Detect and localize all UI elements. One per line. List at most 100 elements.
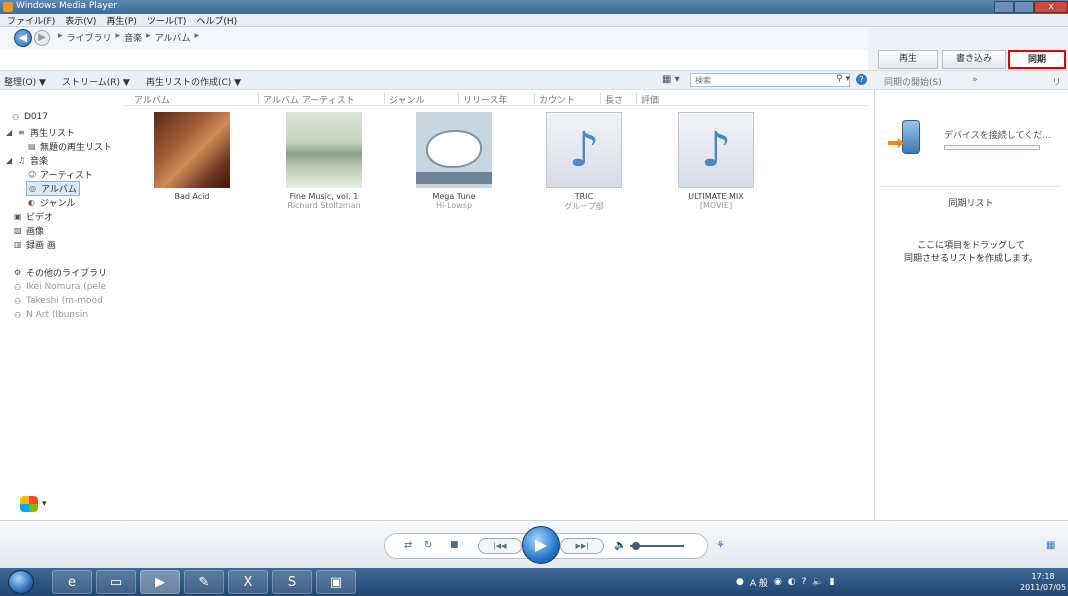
column-album[interactable]: アルバム bbox=[130, 93, 170, 106]
close-button[interactable]: x bbox=[1034, 1, 1068, 13]
help-icon[interactable]: ? bbox=[802, 577, 807, 587]
user-icon: ⚇ bbox=[14, 310, 22, 320]
device-status-text: デバイスを接続してくだ... bbox=[944, 131, 1051, 141]
shuffle-button[interactable]: ⇄ bbox=[404, 540, 412, 551]
paint-taskbar-icon[interactable]: ✎ bbox=[184, 570, 224, 594]
nav-album[interactable]: ◎ アルバム bbox=[26, 181, 80, 196]
ime-indicator[interactable]: A 般 bbox=[750, 576, 768, 589]
start-sync-button[interactable]: 同期の開始(S) bbox=[884, 75, 942, 88]
album-tile[interactable]: ♪ ULTIMATE MIX [MOVIE] bbox=[670, 112, 762, 210]
breadcrumb-separator: ▸ bbox=[146, 31, 151, 41]
column-length[interactable]: 長さ bbox=[600, 93, 623, 106]
nav-other-libraries[interactable]: ⚙ その他のライブラリ bbox=[14, 266, 107, 279]
clock[interactable]: 17:18 2011/07/05 bbox=[1020, 571, 1066, 593]
ie-taskbar-icon[interactable]: e bbox=[52, 570, 92, 594]
breadcrumb-music[interactable]: 音楽 bbox=[124, 31, 142, 44]
media-player-taskbar-icon[interactable]: ▶ bbox=[140, 570, 180, 594]
maximize-button[interactable] bbox=[1014, 1, 1034, 13]
menu-play[interactable]: 再生(P) bbox=[103, 14, 139, 27]
skype-taskbar-icon[interactable]: S bbox=[272, 570, 312, 594]
mute-button[interactable]: 🔈 bbox=[614, 540, 626, 551]
nav-pictures[interactable]: ▨ 画像 bbox=[14, 224, 44, 237]
album-cover[interactable] bbox=[286, 112, 362, 188]
system-tray: ● A 般 ◉ ◐ ? 🔈 ▮ bbox=[736, 570, 835, 594]
view-options-icon[interactable]: ▦ ▾ bbox=[662, 74, 680, 85]
nav-other-library-1[interactable]: ⚇ Ikei Nomura (pele bbox=[14, 282, 106, 292]
album-tile[interactable]: Fine Music, vol. 1 Richard Stoltzman bbox=[278, 112, 370, 210]
album-tile[interactable]: Bad Acid bbox=[146, 112, 238, 201]
next-button[interactable]: ▶▶| bbox=[560, 538, 604, 554]
nav-recorded-tv[interactable]: ▥ 録画 画 bbox=[14, 238, 56, 251]
expand-icon: ◢ bbox=[6, 128, 13, 137]
breadcrumb-album[interactable]: アルバム bbox=[155, 31, 191, 44]
album-cover[interactable] bbox=[154, 112, 230, 188]
search-input[interactable] bbox=[691, 74, 821, 86]
nav-music[interactable]: ◢ ♫ 音楽 bbox=[6, 154, 48, 167]
window-taskbar-icon[interactable]: ▣ bbox=[316, 570, 356, 594]
album-tile[interactable]: Mega Tune Hi-Lowsp bbox=[408, 112, 500, 210]
create-playlist-menu[interactable]: 再生リストの作成(C) ▼ bbox=[146, 75, 241, 88]
breadcrumb-library[interactable]: ライブラリ bbox=[67, 31, 112, 44]
organize-menu[interactable]: 整理(O) ▼ bbox=[4, 75, 46, 88]
nav-artist[interactable]: ☺ アーティスト bbox=[28, 168, 93, 181]
start-button[interactable] bbox=[8, 570, 34, 594]
album-cover[interactable] bbox=[416, 112, 492, 188]
tray-icon[interactable]: ◐ bbox=[788, 577, 796, 587]
menu-view[interactable]: 表示(V) bbox=[62, 14, 99, 27]
stop-button[interactable]: ■ bbox=[450, 540, 459, 550]
forward-button[interactable]: ▶ bbox=[34, 30, 50, 46]
tab-sync[interactable]: 同期 bbox=[1008, 50, 1066, 69]
wmp-app-icon bbox=[3, 2, 13, 12]
wmp-logo-icon[interactable] bbox=[20, 496, 38, 512]
tray-icon[interactable]: ◉ bbox=[774, 577, 782, 587]
nav-user[interactable]: ⚇ D017 bbox=[12, 112, 48, 122]
menu-help[interactable]: ヘルプ(H) bbox=[193, 14, 240, 27]
search-icon[interactable]: ⚲ ▾ bbox=[836, 74, 850, 84]
network-icon[interactable]: ▮ bbox=[830, 577, 835, 587]
explorer-taskbar-icon[interactable]: ▭ bbox=[96, 570, 136, 594]
nav-video[interactable]: ▣ ビデオ bbox=[14, 210, 53, 223]
nav-other-library-2[interactable]: ⚇ Takeshi (m-mood bbox=[14, 296, 103, 306]
more-options-button[interactable]: » bbox=[972, 75, 978, 85]
menu-file[interactable]: ファイル(F) bbox=[4, 14, 58, 27]
chevron-down-icon[interactable]: ▾ bbox=[42, 499, 47, 509]
album-artist: [MOVIE] bbox=[699, 201, 733, 210]
excel-taskbar-icon[interactable]: X bbox=[228, 570, 268, 594]
column-rating[interactable]: 評価 bbox=[636, 93, 659, 106]
column-genre[interactable]: ジャンル bbox=[384, 93, 425, 106]
nav-other-library-3[interactable]: ⚇ N Art (Ibunsin bbox=[14, 310, 88, 320]
nav-unsaved-playlist[interactable]: ▤ 無題の再生リスト bbox=[28, 140, 112, 153]
window-title: Windows Media Player bbox=[16, 1, 117, 11]
back-button[interactable]: ◀ bbox=[14, 29, 32, 47]
music-note-icon[interactable]: ♪ bbox=[678, 112, 754, 188]
tab-play[interactable]: 再生 bbox=[878, 50, 938, 69]
clock-date: 2011/07/05 bbox=[1020, 583, 1067, 592]
volume-handle[interactable] bbox=[632, 542, 640, 550]
music-note-icon[interactable]: ♪ bbox=[546, 112, 622, 188]
column-album-artist[interactable]: アルバム アーティスト bbox=[258, 93, 355, 106]
album-tile[interactable]: ♪ TRIC グループ部 bbox=[538, 112, 630, 212]
breadcrumb-separator: ▸ bbox=[115, 31, 121, 41]
stream-menu[interactable]: ストリーム(R) ▼ bbox=[62, 75, 130, 88]
enhancements-icon[interactable]: ⚘ bbox=[716, 540, 725, 551]
switch-to-now-playing-icon[interactable]: ▦ bbox=[1046, 540, 1055, 551]
search-box[interactable] bbox=[690, 73, 850, 87]
album-title: TRIC bbox=[574, 192, 594, 201]
nav-genre[interactable]: ◐ ジャンル bbox=[28, 196, 76, 209]
column-count[interactable]: カウント bbox=[534, 93, 575, 106]
menu-tools[interactable]: ツール(T) bbox=[144, 14, 190, 27]
user-icon: ⚇ bbox=[14, 296, 22, 306]
previous-button[interactable]: |◀◀ bbox=[478, 538, 522, 554]
nav-playlists[interactable]: ◢ ≡ 再生リスト bbox=[6, 126, 75, 139]
repeat-button[interactable]: ↻ bbox=[424, 540, 432, 551]
minimize-button[interactable] bbox=[994, 1, 1014, 13]
tab-burn[interactable]: 書き込み bbox=[942, 50, 1006, 69]
column-release-year[interactable]: リリース年 bbox=[458, 93, 508, 106]
tray-icon[interactable]: ● bbox=[736, 577, 744, 587]
album-icon: ◎ bbox=[29, 184, 36, 193]
help-icon[interactable]: ? bbox=[856, 74, 867, 85]
volume-icon[interactable]: 🔈 bbox=[812, 577, 823, 587]
play-button[interactable]: ▶ bbox=[522, 526, 560, 564]
libraries-icon: ⚙ bbox=[14, 268, 22, 277]
video-icon: ▣ bbox=[14, 212, 22, 221]
